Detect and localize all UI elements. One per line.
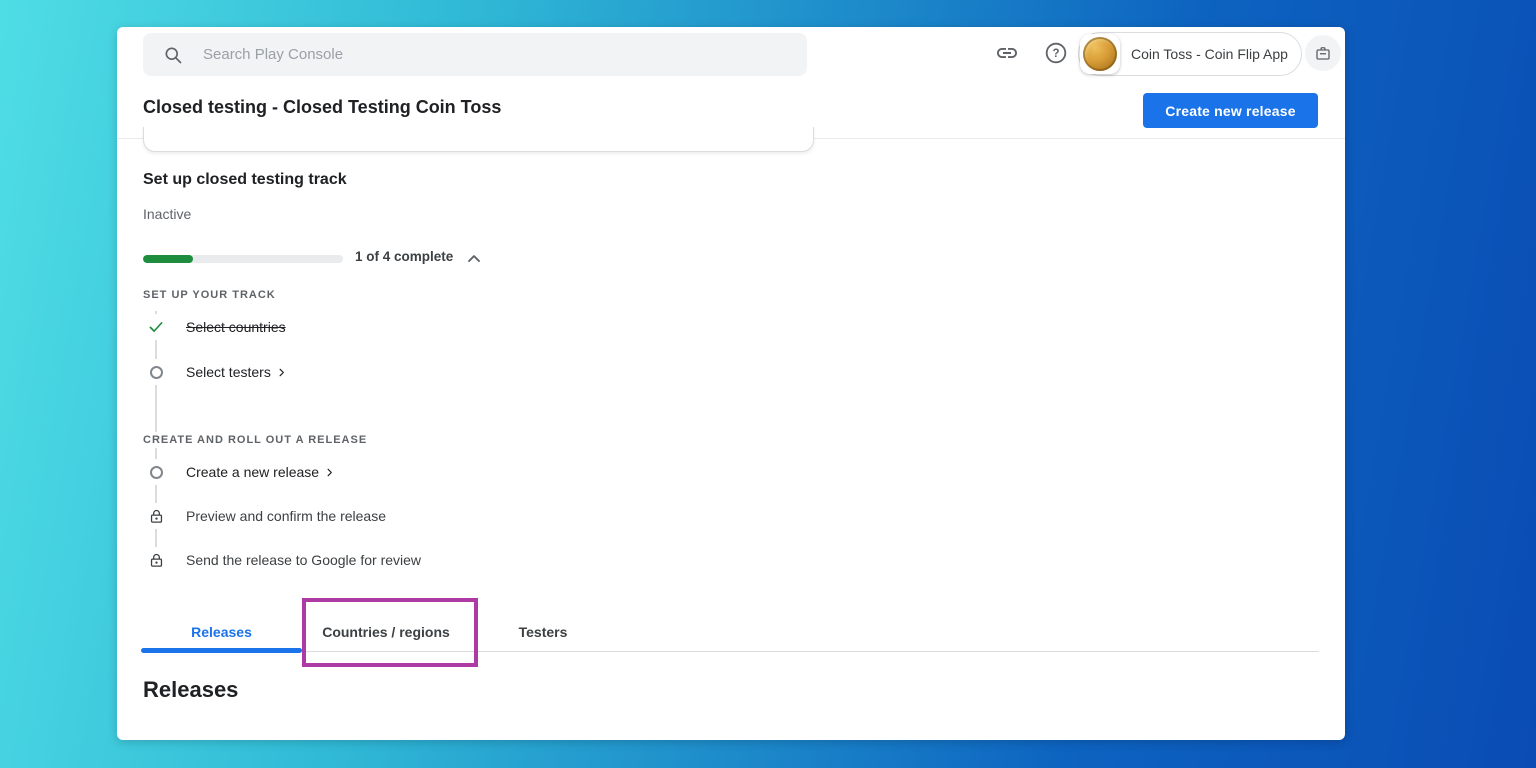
checklist-item-create-release: Create a new release (143, 459, 335, 485)
releases-section-heading: Releases (143, 677, 239, 702)
chevron-right-icon (276, 367, 287, 378)
section-heading-create-release: CREATE AND ROLL OUT A RELEASE (143, 432, 368, 448)
svg-text:?: ? (1052, 48, 1059, 60)
create-new-release-button[interactable]: Create new release (1143, 93, 1318, 128)
section-heading-setup-track: SET UP YOUR TRACK (143, 287, 276, 303)
help-button[interactable]: ? (1040, 37, 1072, 69)
app-switcher[interactable]: Coin Toss - Coin Flip App (1078, 32, 1302, 76)
app-switcher-label: Coin Toss - Coin Flip App (1131, 46, 1288, 62)
setup-track-title: Set up closed testing track (143, 171, 347, 188)
app-avatar (1080, 34, 1120, 74)
briefcase-icon (1316, 47, 1330, 60)
lock-icon (143, 547, 169, 573)
scrolled-card-bottom-edge (143, 127, 814, 152)
coin-avatar-icon (1083, 37, 1117, 71)
main-window: ? Coin Toss - Coin Flip App Closed testi… (117, 27, 1345, 740)
checklist-label: Preview and confirm the release (186, 508, 386, 524)
checklist-link[interactable]: Select testers (186, 364, 287, 380)
inbox-button[interactable] (1305, 35, 1341, 71)
tab-bar: Releases Countries / regions Testers (141, 612, 616, 653)
help-icon: ? (1045, 42, 1067, 64)
tab-countries-regions[interactable]: Countries / regions (302, 612, 470, 652)
search-icon (165, 47, 182, 63)
chevron-up-icon (468, 255, 480, 262)
checklist-link[interactable]: Select countries (186, 319, 286, 335)
progress-bar (143, 255, 343, 263)
track-status: Inactive (143, 206, 192, 222)
chevron-right-icon (324, 467, 335, 478)
checklist-item-select-countries: Select countries (143, 314, 286, 340)
progress-fill (143, 255, 193, 263)
link-button[interactable] (991, 37, 1023, 69)
empty-circle-icon (143, 459, 169, 485)
checklist-item-send-review: Send the release to Google for review (143, 547, 421, 573)
empty-circle-icon (143, 359, 169, 385)
search-bar[interactable] (143, 33, 807, 76)
tab-releases[interactable]: Releases (141, 612, 302, 653)
checklist-label: Send the release to Google for review (186, 552, 422, 568)
progress-label: 1 of 4 complete (355, 249, 454, 264)
collapse-checklist-button[interactable] (461, 246, 487, 272)
checklist-item-select-testers: Select testers (143, 359, 287, 385)
search-input[interactable] (201, 45, 745, 64)
link-icon (997, 48, 1017, 58)
check-icon (143, 314, 169, 340)
lock-icon (143, 503, 169, 529)
checklist-item-preview-release: Preview and confirm the release (143, 503, 386, 529)
active-tab-underline (141, 648, 302, 653)
checklist-link[interactable]: Create a new release (186, 464, 335, 480)
tab-testers[interactable]: Testers (470, 612, 616, 652)
page-title: Closed testing - Closed Testing Coin Tos… (143, 97, 502, 117)
